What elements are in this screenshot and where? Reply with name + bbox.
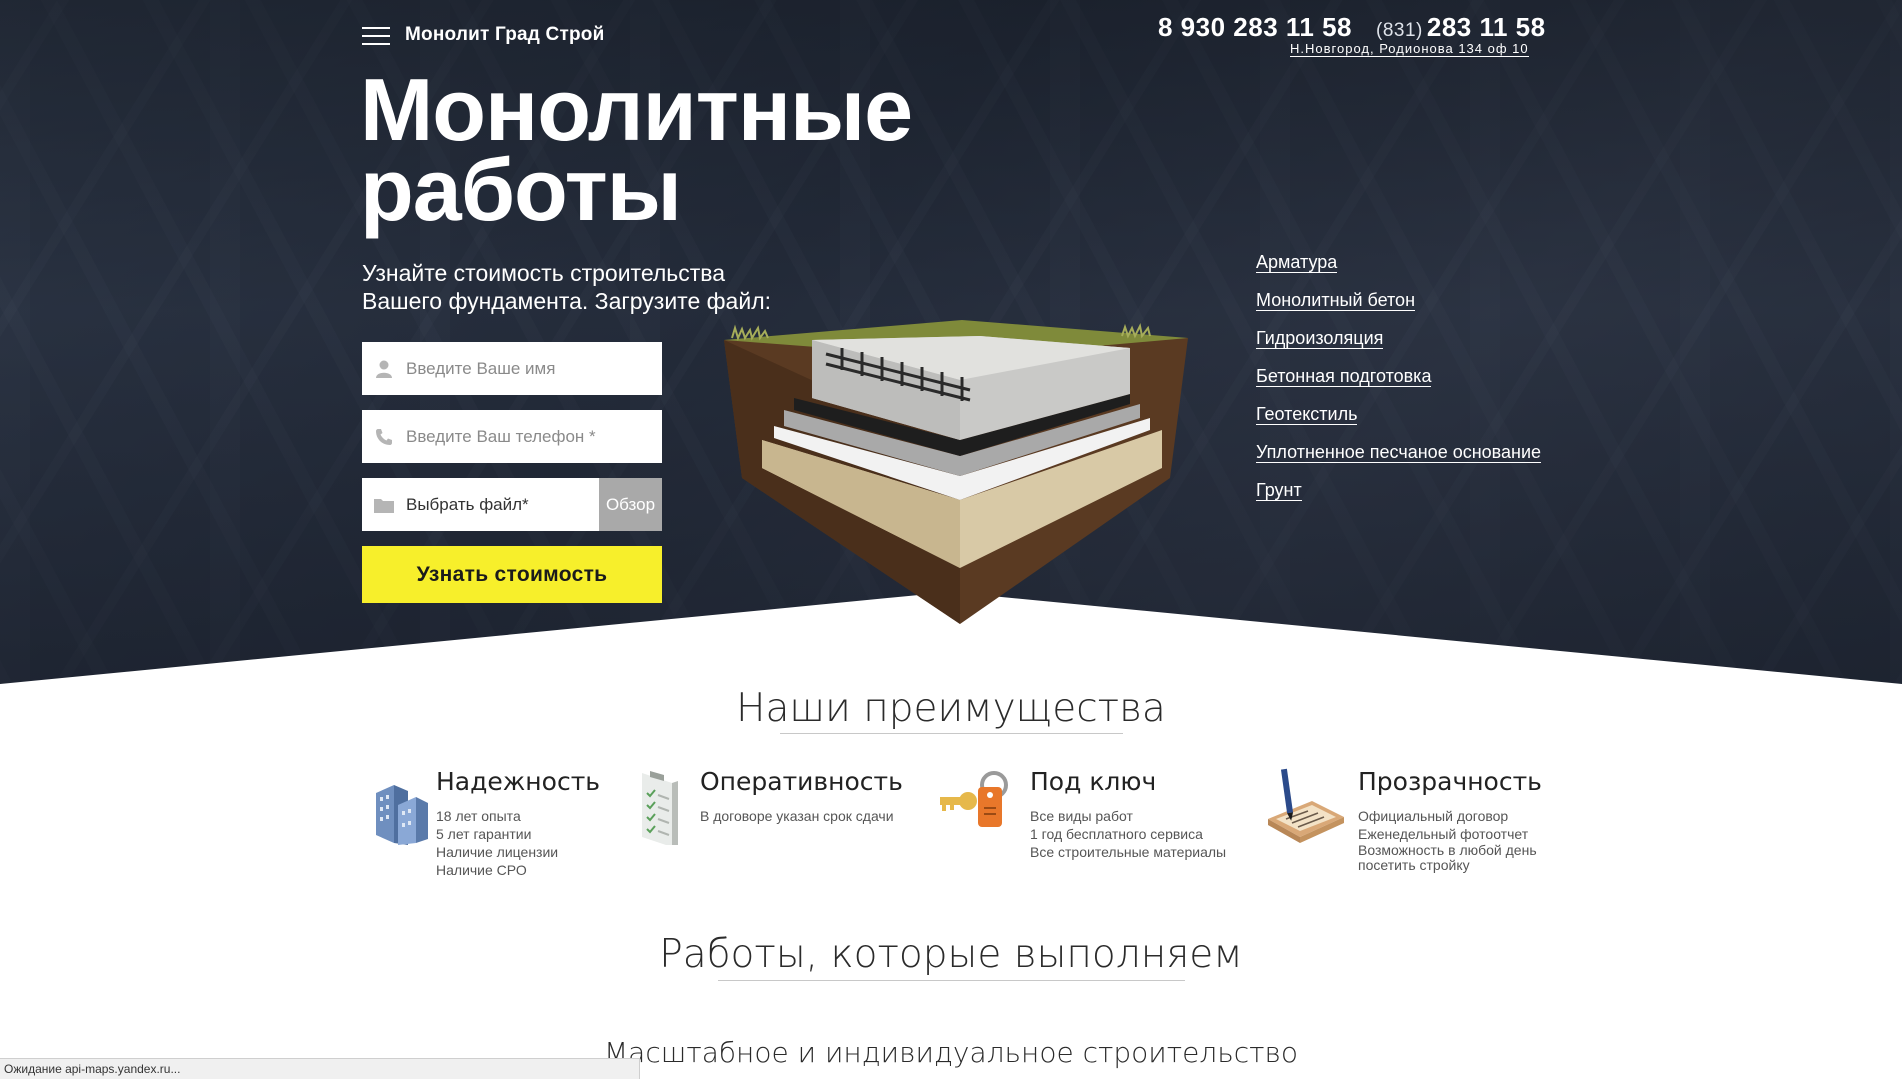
address-link[interactable]: Н.Новгород, Родионова 134 оф 10 — [1290, 41, 1529, 57]
advantage-turnkey-title: Под ключ — [1030, 767, 1157, 796]
page-title-line2: работы — [360, 140, 682, 239]
list-item: Все строительные материалы — [1030, 844, 1227, 860]
advantage-reliability-title: Надежность — [436, 767, 600, 796]
works-title-underline — [718, 980, 1185, 981]
name-input[interactable]: Введите Ваше имя — [362, 342, 662, 395]
browser-status-bar: Ожидание api-maps.yandex.ru... — [0, 1058, 640, 1079]
advantage-transparency-list: Официальный договор Еженедельный фотоотч… — [1358, 807, 1537, 872]
get-price-button[interactable]: Узнать стоимость — [362, 546, 662, 603]
layer-link-geotextile[interactable]: Геотекстиль — [1256, 404, 1358, 425]
brand-name[interactable]: Монолит Град Строй — [405, 24, 604, 46]
list-item: 1 год бесплатного сервиса — [1030, 826, 1203, 842]
advantage-speed-title: Оперативность — [700, 767, 903, 796]
hero-subtitle-line2: Вашего фундамента. Загрузите файл: — [362, 288, 772, 314]
phone-main[interactable]: 8 930 283 11 58 — [1158, 12, 1352, 43]
checklist-icon — [642, 771, 678, 845]
browse-button[interactable]: Обзор — [599, 478, 662, 531]
contract-icon — [1268, 768, 1344, 843]
hero-subtitle: Узнайте стоимость строительства Вашего ф… — [362, 259, 822, 315]
list-item: Возможность в любой день — [1358, 842, 1537, 858]
page-title-line1: Монолитные — [360, 60, 913, 159]
layer-link-soil[interactable]: Грунт — [1256, 480, 1302, 501]
foundation-layers-illustration — [724, 320, 1188, 624]
key-icon — [940, 771, 1008, 827]
advantage-transparency-title: Прозрачность — [1358, 767, 1542, 796]
list-item: В договоре указан срок сдачи — [700, 808, 894, 824]
folder-icon — [362, 496, 406, 514]
advantages-title: Наши преимущества — [736, 686, 1166, 731]
phone-city-code: (831) — [1376, 20, 1423, 41]
list-item: посетить стройку — [1358, 857, 1470, 873]
list-item: 18 лет опыта — [436, 808, 521, 824]
phone-input[interactable]: Введите Ваш телефон * — [362, 410, 662, 463]
layer-link-sand-base[interactable]: Уплотненное песчаное основание — [1256, 442, 1542, 463]
list-item: Наличие СРО — [436, 862, 527, 878]
list-item: 5 лет гарантии — [436, 826, 532, 842]
user-icon — [362, 359, 406, 379]
advantage-turnkey-list: Все виды работ 1 год бесплатного сервиса… — [1030, 807, 1226, 861]
file-input[interactable]: Выбрать файл* Обзор — [362, 478, 662, 531]
buildings-icon — [376, 785, 428, 845]
hamburger-menu-icon[interactable] — [362, 26, 390, 46]
page-title: Монолитные работы — [360, 60, 913, 239]
list-item: Еженедельный фотоотчет — [1358, 826, 1529, 842]
file-input-label: Выбрать файл* — [406, 494, 529, 514]
phone-city[interactable]: (831) 283 11 58 — [1376, 12, 1546, 43]
list-item: Все виды работ — [1030, 808, 1133, 824]
advantage-speed-list: В договоре указан срок сдачи — [700, 807, 894, 825]
works-title: Работы, которые выполняем — [659, 932, 1243, 977]
layer-link-rebar[interactable]: Арматура — [1256, 252, 1338, 273]
layer-link-concrete[interactable]: Монолитный бетон — [1256, 290, 1416, 311]
advantages-title-underline — [780, 733, 1123, 734]
advantage-reliability-list: 18 лет опыта 5 лет гарантии Наличие лице… — [436, 807, 558, 879]
layers-list: Арматура Монолитный бетон Гидроизоляция … — [1256, 252, 1542, 518]
list-item: Наличие лицензии — [436, 844, 559, 860]
phone-city-number: 283 11 58 — [1426, 12, 1546, 42]
phone-input-placeholder: Введите Ваш телефон * — [406, 426, 596, 446]
list-item: Официальный договор — [1358, 808, 1509, 824]
hero-subtitle-line1: Узнайте стоимость строительства — [362, 260, 726, 286]
name-input-placeholder: Введите Ваше имя — [406, 358, 556, 378]
layer-link-concrete-prep[interactable]: Бетонная подготовка — [1256, 366, 1432, 387]
phone-icon — [362, 427, 406, 447]
layer-link-waterproofing[interactable]: Гидроизоляция — [1256, 328, 1384, 349]
